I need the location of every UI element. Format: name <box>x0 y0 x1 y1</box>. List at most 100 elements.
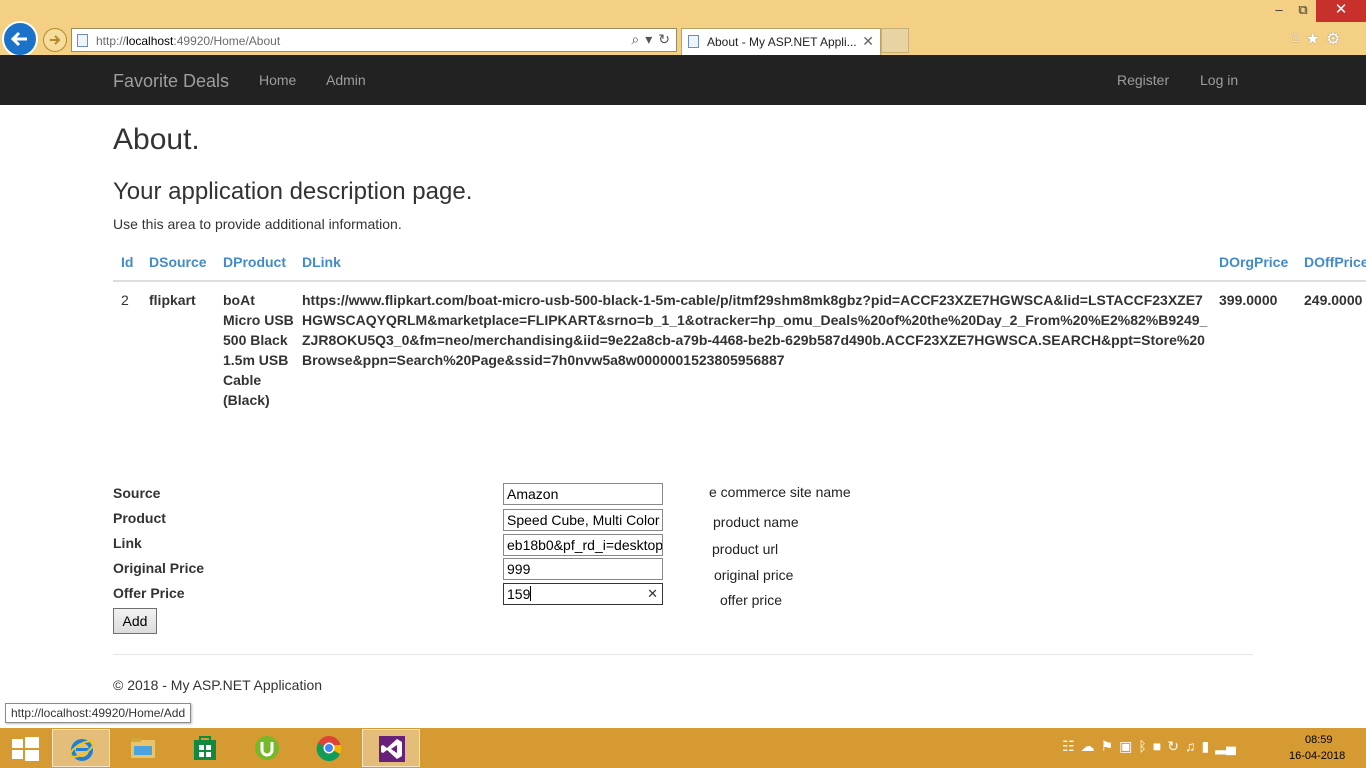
clock-time[interactable]: 08:59 <box>1305 734 1333 746</box>
nav-admin[interactable]: Admin <box>326 72 366 88</box>
restore-button[interactable]: ⧉ <box>1292 0 1314 22</box>
dropdown-icon[interactable]: ▾ <box>645 31 652 48</box>
display-icon[interactable]: ■ <box>1153 738 1161 755</box>
cell-id: 2 <box>121 292 129 308</box>
source-label: Source <box>113 485 161 501</box>
column-header-dorgprice[interactable]: DOrgPrice <box>1219 254 1288 270</box>
folder-icon <box>131 738 155 758</box>
bluetooth-icon[interactable]: ᛒ <box>1138 738 1146 755</box>
url-prefix: http:// <box>96 34 127 48</box>
footer-copyright: © 2018 - My ASP.NET Application <box>113 677 323 693</box>
windows-logo-pane <box>25 737 39 748</box>
source-hint: e commerce site name <box>709 484 851 500</box>
store-icon <box>194 736 216 760</box>
column-header-id[interactable]: Id <box>121 254 133 270</box>
status-url-tooltip: http://localhost:49920/Home/Add <box>5 703 192 723</box>
product-hint: product name <box>713 514 799 530</box>
column-header-doffprice[interactable]: DOffPrice <box>1304 254 1366 270</box>
cell-source: flipkart <box>149 292 196 308</box>
signal-icon[interactable]: ▂▄ <box>1215 738 1236 755</box>
product-input-value: Speed Cube, Multi Color <box>507 512 660 528</box>
cell-org-price: 399.0000 <box>1219 292 1278 308</box>
internet-explorer-icon <box>69 739 95 761</box>
text-caret <box>530 586 532 601</box>
home-icon[interactable]: ⌂ <box>1290 29 1300 49</box>
offer-price-input[interactable]: 159 ✕ <box>503 583 663 605</box>
windows-logo-pane <box>12 739 23 748</box>
forward-arrow-icon <box>50 35 61 45</box>
refresh-icon[interactable]: ↻ <box>658 31 670 48</box>
url-text[interactable]: http://localhost:49920/Home/About <box>96 34 280 48</box>
nav-home[interactable]: Home <box>259 72 296 88</box>
original-price-label: Original Price <box>113 560 205 576</box>
column-header-dlink[interactable]: DLink <box>302 254 341 270</box>
tab-title: About - My ASP.NET Appli... <box>707 35 857 49</box>
original-price-hint: original price <box>714 567 794 583</box>
window-close-button[interactable]: ✕ <box>1316 0 1366 22</box>
url-host: localhost <box>126 34 174 48</box>
nav-login[interactable]: Log in <box>1200 72 1238 88</box>
browser-tools: ⌂ ★ ⚙ <box>1290 29 1340 49</box>
address-bar[interactable]: http://localhost:49920/Home/About ⌕ ▾ ↻ <box>71 28 677 52</box>
add-button[interactable]: Add <box>113 608 157 634</box>
forward-button[interactable] <box>43 28 67 52</box>
close-icon[interactable]: ✕ <box>862 33 874 50</box>
battery-icon[interactable]: ▮ <box>1201 738 1209 755</box>
sync-icon[interactable]: ↻ <box>1167 738 1179 755</box>
offer-price-hint: offer price <box>720 592 782 608</box>
column-header-dsource[interactable]: DSource <box>149 254 207 270</box>
utorrent-icon <box>255 736 279 760</box>
taskbar-chrome[interactable] <box>300 729 358 767</box>
taskbar: ☷ ☁ ⚑ ▣ ᛒ ■ ↻ ♫ ▮ ▂▄ <box>0 728 1366 768</box>
back-button[interactable] <box>2 21 38 57</box>
minimize-button[interactable]: – <box>1268 0 1290 22</box>
link-hint: product url <box>712 541 779 557</box>
page-icon <box>77 34 88 47</box>
link-input-value: eb18b0&pf_rd_i=desktop <box>507 537 663 553</box>
volume-icon[interactable]: ♫ <box>1185 738 1196 755</box>
taskbar-file-explorer[interactable] <box>114 729 172 767</box>
start-button[interactable] <box>10 735 40 761</box>
flag-icon[interactable]: ⚑ <box>1101 738 1114 755</box>
back-arrow-icon <box>10 31 27 47</box>
monitor-icon[interactable]: ▣ <box>1119 738 1132 755</box>
chrome-icon <box>316 736 342 762</box>
page-title: About. <box>113 123 200 156</box>
link-input[interactable]: eb18b0&pf_rd_i=desktop <box>503 534 663 556</box>
network-share-icon[interactable]: ☷ <box>1062 738 1075 755</box>
source-input[interactable]: Amazon <box>503 483 663 505</box>
offer-price-label: Offer Price <box>113 585 185 601</box>
offer-price-input-value: 159 <box>507 586 531 602</box>
url-path: :49920/Home/About <box>173 34 281 48</box>
page-subtitle: Your application description page. <box>113 178 473 205</box>
tab-about[interactable]: About - My ASP.NET Appli... ✕ <box>681 28 881 55</box>
taskbar-internet-explorer[interactable] <box>52 729 110 767</box>
taskbar-utorrent[interactable] <box>238 729 296 767</box>
address-actions: ⌕ ▾ ↻ <box>631 31 670 48</box>
page-icon <box>688 35 699 48</box>
gear-icon[interactable]: ⚙ <box>1326 29 1340 49</box>
site-navbar: Favorite Deals Home Admin Register Log i… <box>0 55 1366 105</box>
product-label: Product <box>113 510 166 526</box>
source-input-value: Amazon <box>507 486 559 502</box>
cell-off-price: 249.0000 <box>1304 292 1363 308</box>
cell-product: boAt Micro USB 500 Black 1.5m USB Cable … <box>223 292 294 408</box>
original-price-input[interactable]: 999 <box>503 558 663 580</box>
cell-link: https://www.flipkart.com/boat-micro-usb-… <box>302 292 1208 368</box>
column-header-dproduct[interactable]: DProduct <box>223 254 286 270</box>
search-icon[interactable]: ⌕ <box>631 31 639 48</box>
new-tab-button[interactable] <box>881 28 909 53</box>
link-label: Link <box>113 535 142 551</box>
favorites-star-icon[interactable]: ★ <box>1306 29 1320 49</box>
clock-date[interactable]: 16-04-2018 <box>1289 750 1345 762</box>
taskbar-store[interactable] <box>176 729 234 767</box>
browser-chrome: http://localhost:49920/Home/About ⌕ ▾ ↻ … <box>0 0 1366 57</box>
windows-logo-pane <box>12 750 23 759</box>
product-input[interactable]: Speed Cube, Multi Color <box>503 509 663 531</box>
brand-link[interactable]: Favorite Deals <box>113 71 229 92</box>
nav-register[interactable]: Register <box>1117 72 1169 88</box>
footer-divider <box>113 654 1253 655</box>
cloud-icon[interactable]: ☁ <box>1081 738 1095 755</box>
clear-icon[interactable]: ✕ <box>647 586 658 602</box>
taskbar-visual-studio[interactable] <box>362 729 420 767</box>
